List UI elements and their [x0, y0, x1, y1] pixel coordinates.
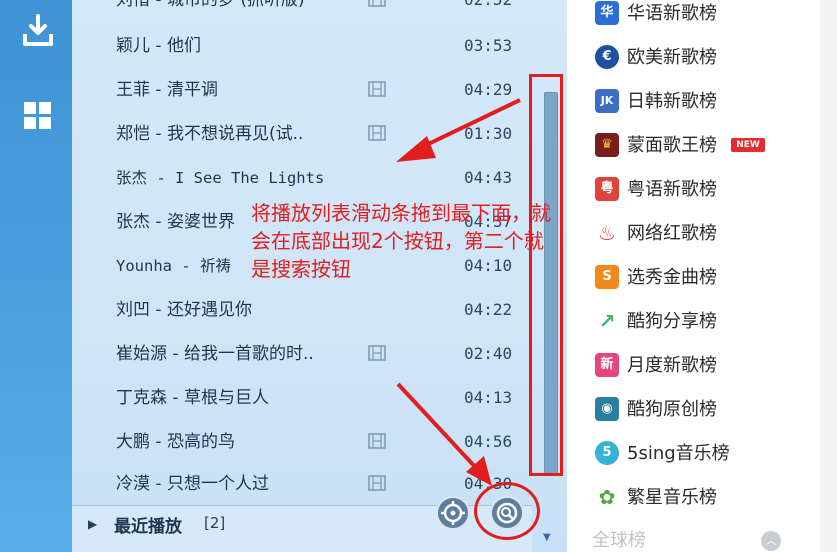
chart-item-masked[interactable]: ♛ 蒙面歌王榜 NEW: [567, 124, 837, 168]
original-icon: ◉: [595, 397, 619, 421]
arrow-head: [396, 136, 436, 162]
chart-item-label: 蒙面歌王榜: [627, 135, 717, 156]
new-badge: NEW: [731, 138, 765, 152]
chart-item-monthly[interactable]: 新 月度新歌榜: [567, 344, 837, 388]
star-icon: ✿: [595, 485, 619, 509]
euro-icon: €: [595, 45, 619, 69]
chart-item-5sing[interactable]: 5 5sing音乐榜: [567, 432, 837, 476]
chart-item-label: 酷狗原创榜: [627, 399, 717, 420]
annotation-text: 将播放列表滑动条拖到最下面，就会在底部出现2个按钮，第二个就是搜索按钮: [251, 201, 551, 281]
5sing-icon: 5: [595, 441, 619, 465]
global-chart-label[interactable]: 全球榜: [592, 526, 646, 552]
chart-item-label: 月度新歌榜: [627, 355, 717, 376]
chart-item-share[interactable]: ↗ 酷狗分享榜: [567, 300, 837, 344]
collapse-icon[interactable]: ︿: [761, 531, 781, 551]
yue-icon: 粤: [595, 177, 619, 201]
chart-item-label: 日韩新歌榜: [627, 91, 717, 112]
chart-item-label: 网络红歌榜: [627, 223, 717, 244]
xin-icon: 新: [595, 353, 619, 377]
right-scroll-edge: [820, 0, 837, 552]
chart-item-jk[interactable]: JK 日韩新歌榜: [567, 80, 837, 124]
crown-icon: ♛: [595, 133, 619, 157]
chart-item-label: 酷狗分享榜: [627, 311, 717, 332]
chart-item-yue[interactable]: 粤 粤语新歌榜: [567, 168, 837, 212]
chart-item-label: 选秀金曲榜: [627, 267, 717, 288]
s-icon: S: [595, 265, 619, 289]
chart-item-euro[interactable]: € 欧美新歌榜: [567, 36, 837, 80]
chart-item-talent[interactable]: S 选秀金曲榜: [567, 256, 837, 300]
chart-item-label: 欧美新歌榜: [627, 47, 717, 68]
chart-item-label: 华语新歌榜: [627, 3, 717, 24]
chart-item-hua[interactable]: 华 华语新歌榜: [567, 0, 837, 36]
hua-icon: 华: [595, 1, 619, 25]
chart-item-label: 繁星音乐榜: [627, 487, 717, 508]
kugou-window: 刘惜 - 城市的梦 (抓听版) 02:52 颖儿 - 他们 03:53 王菲 -…: [0, 0, 837, 552]
flame-icon: ♨: [595, 221, 619, 245]
chart-item-web[interactable]: ♨ 网络红歌榜: [567, 212, 837, 256]
share-icon: ↗: [595, 309, 619, 333]
jk-icon: JK: [595, 89, 619, 113]
chart-item-label: 粤语新歌榜: [627, 179, 717, 200]
chart-item-star[interactable]: ✿ 繁星音乐榜: [567, 476, 837, 520]
chart-item-label: 5sing音乐榜: [627, 443, 730, 464]
chart-item-original[interactable]: ◉ 酷狗原创榜: [567, 388, 837, 432]
chart-list-panel: 华 华语新歌榜 € 欧美新歌榜 JK 日韩新歌榜 ♛ 蒙面歌王榜 NEW 粤 粤…: [567, 0, 837, 552]
